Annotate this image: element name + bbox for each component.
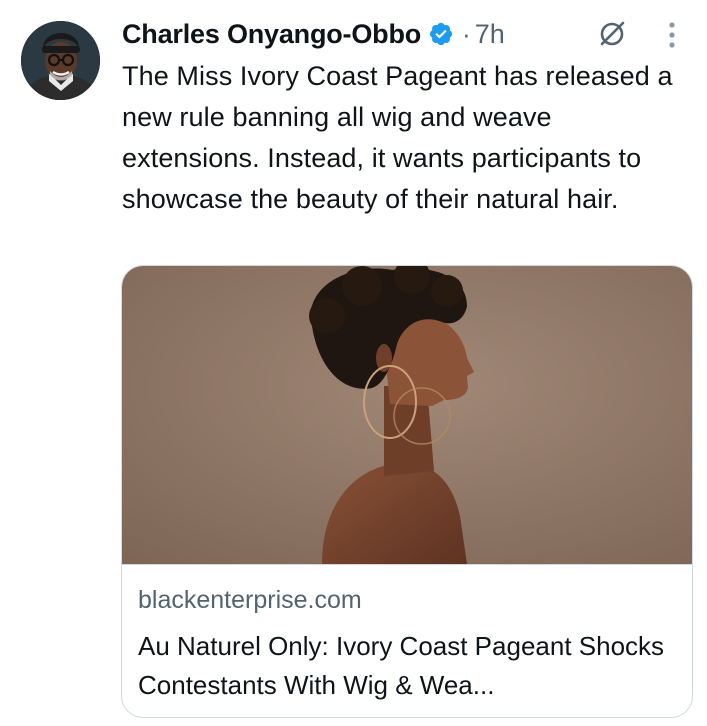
author-name[interactable]: Charles Onyango-Obbo	[122, 19, 421, 50]
card-image[interactable]	[122, 266, 692, 564]
avatar[interactable]	[21, 21, 100, 100]
verified-badge-icon	[428, 21, 454, 47]
card-domain: blackenterprise.com	[138, 586, 362, 614]
separator-dot: ·	[462, 18, 471, 49]
card-title[interactable]: Au Naturel Only: Ivory Coast Pageant Sho…	[138, 627, 683, 705]
card-divider	[122, 564, 692, 565]
tweet-header: Charles Onyango-Obbo · 7h	[122, 14, 692, 54]
grok-icon[interactable]	[596, 18, 628, 50]
more-options-icon[interactable]	[662, 18, 682, 52]
timestamp[interactable]: 7h	[475, 19, 505, 50]
link-card[interactable]: blackenterprise.com Au Naturel Only: Ivo…	[121, 265, 693, 718]
tweet-text: The Miss Ivory Coast Pageant has release…	[122, 61, 673, 214]
